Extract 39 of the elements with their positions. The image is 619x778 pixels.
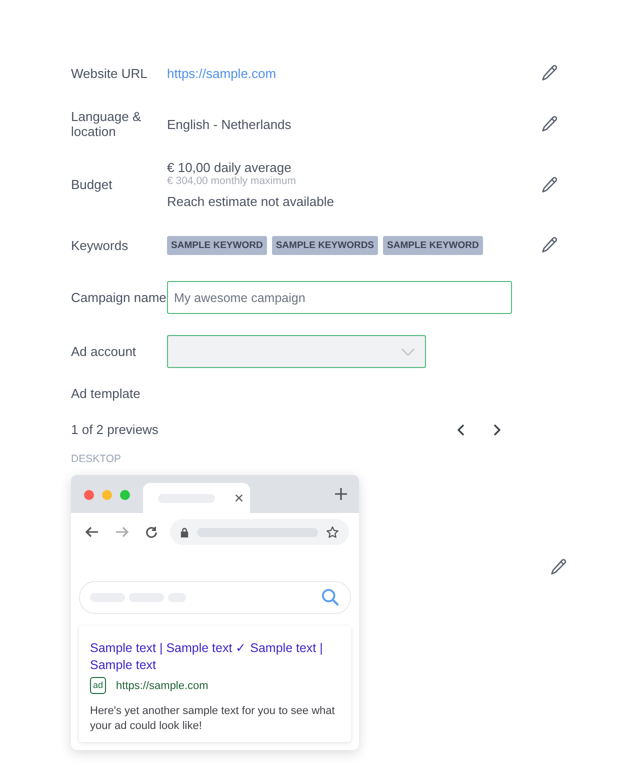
- close-icon: [235, 494, 243, 502]
- edit-pencil-icon[interactable]: [541, 176, 559, 194]
- field-label: Keywords: [71, 238, 130, 252]
- monthly-budget: € 304,00 monthly maximum: [167, 175, 297, 187]
- reload-icon: [145, 526, 158, 538]
- ad-description: Here's yet another sample text for you to see what your ad could look like!: [90, 704, 336, 734]
- window-controls-icon: [83, 489, 133, 501]
- field-label: Ad account: [71, 344, 138, 359]
- keyword-tag: SAMPLE KEYWORD: [167, 236, 267, 254]
- reach-note: Reach estimate not available: [167, 194, 335, 209]
- daily-budget: € 10,00 daily average: [167, 160, 292, 175]
- field-label: Website URL: [71, 66, 148, 80]
- chevron-down-icon: [401, 348, 415, 356]
- field-value: English - Netherlands: [167, 116, 292, 132]
- edit-pencil-icon[interactable]: [541, 115, 559, 133]
- field-label: Budget: [71, 177, 114, 192]
- ad-badge: ad: [90, 677, 106, 694]
- ad-url: https://sample.com: [116, 680, 208, 692]
- search-icon: [321, 588, 340, 607]
- ad-headline: Sample text | Sample text ✓ Sample text | Sample text: [90, 640, 324, 674]
- field-label: Campaign name: [71, 290, 167, 305]
- forward-arrow-icon: [115, 526, 129, 538]
- ad-template-label: Ad template: [71, 386, 142, 401]
- back-arrow-icon: [85, 526, 99, 538]
- edit-pencil-icon[interactable]: [541, 64, 559, 82]
- preview-counter: 1 of 2 previews: [71, 422, 158, 437]
- chevron-left-icon[interactable]: [457, 424, 465, 436]
- lock-icon: [180, 526, 189, 538]
- chevron-right-icon[interactable]: [493, 424, 501, 436]
- website-link[interactable]: https://sample.com: [167, 66, 276, 80]
- field-label: Language & location: [71, 109, 142, 139]
- keyword-tag: SAMPLE KEYWORD: [383, 236, 483, 254]
- edit-pencil-icon[interactable]: [550, 558, 568, 576]
- star-icon: [326, 526, 339, 538]
- keyword-tag: SAMPLE KEYWORDS: [272, 236, 378, 254]
- edit-pencil-icon[interactable]: [541, 236, 559, 254]
- device-label: DESKTOP: [71, 453, 122, 465]
- plus-icon: [335, 488, 347, 500]
- campaign-name-input[interactable]: My awesome campaign: [167, 281, 512, 314]
